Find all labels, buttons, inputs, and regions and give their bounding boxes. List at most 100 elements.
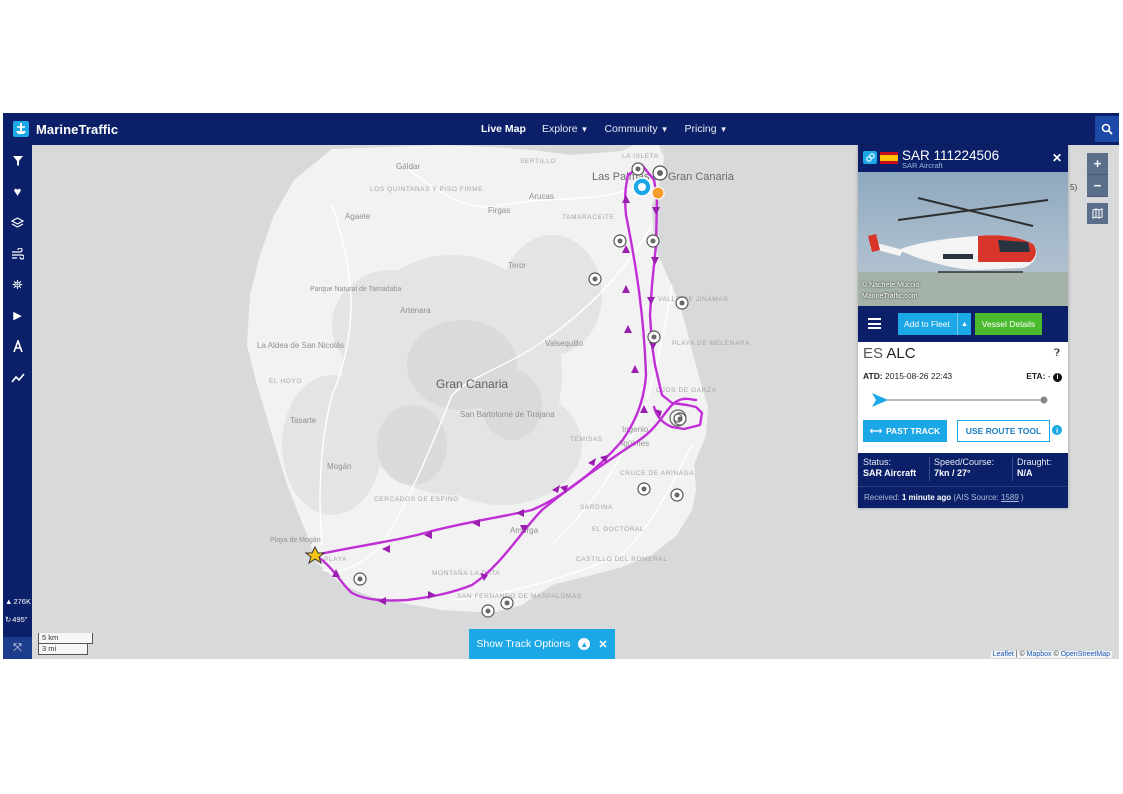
track-icon: ⟷ (869, 425, 883, 436)
poi-marker (652, 165, 668, 181)
speed-course-label: Speed/Course: (934, 457, 995, 467)
chevron-up-icon[interactable]: ▲ (578, 638, 591, 650)
photo-credit-author: © Nachete Muccio (862, 282, 920, 289)
eta-value: - (1047, 371, 1051, 381)
help-icon[interactable]: ❓︎ (1054, 348, 1060, 359)
menu-icon[interactable] (868, 318, 881, 329)
info-icon[interactable]: i (1052, 425, 1062, 435)
brand-name: MarineTraffic (36, 121, 119, 137)
refresh-timer: ↻ 495" (5, 615, 32, 624)
port-marker (353, 572, 367, 586)
port-marker (481, 604, 495, 618)
atd-label: ATD: (863, 371, 883, 381)
port-marker (647, 330, 661, 344)
vessel-photo[interactable]: © Nachete Muccio MarineTraffic.com (858, 172, 1068, 306)
zoom-out-button[interactable]: − (1087, 175, 1108, 197)
past-track-button[interactable]: ⟷ PAST TRACK (863, 420, 947, 442)
place-label: PLAYA DE MELENARA (672, 340, 750, 347)
place-label: LOS QUINTANAS Y PISO FIRME (370, 186, 483, 193)
openstreetmap-link[interactable]: OpenStreetMap (1061, 651, 1110, 658)
photo-credit: © Nachete Muccio MarineTraffic.com (862, 280, 919, 302)
ship-icon: ▲ (5, 597, 13, 606)
place-label: Artenara (400, 306, 431, 315)
place-label: San Bartolomé de Tirajana (460, 410, 555, 419)
place-label: Valsequillo (545, 339, 584, 348)
nav-label: Explore (541, 123, 578, 135)
place-label: Arucas (529, 192, 554, 201)
layers-button[interactable] (3, 207, 32, 238)
fullscreen-button[interactable]: ⤧ (3, 637, 32, 659)
close-panel-button[interactable]: ✕ (1052, 151, 1062, 165)
photo-credit-site: MarineTraffic.com (862, 293, 918, 300)
place-label: TEMISAS (570, 436, 603, 443)
wind-icon (12, 247, 24, 260)
port-marker (588, 272, 602, 286)
ais-source-suffix: ) (1021, 493, 1024, 502)
place-label: Teror (508, 261, 527, 270)
destination-port: ALC (886, 345, 916, 362)
place-label: EL DOCTORAL (592, 526, 644, 533)
search-button[interactable] (1095, 116, 1119, 142)
port-marker (500, 596, 514, 610)
draught-field: Draught: N/A (1017, 457, 1052, 479)
destination-country: ES (863, 345, 884, 362)
link-icon[interactable] (863, 151, 877, 164)
mapbox-link[interactable]: Mapbox (1027, 651, 1052, 658)
map-icon (1092, 208, 1103, 219)
add-to-fleet-button[interactable]: Add to Fleet ▲ (898, 313, 971, 335)
place-label: SARDINA (580, 504, 613, 511)
add-to-fleet-label: Add to Fleet (904, 319, 950, 329)
expand-icon: ⤧ (13, 641, 22, 654)
playback-button[interactable]: ▶ (3, 300, 32, 331)
hospital-marker (651, 186, 665, 200)
vessel-details-button[interactable]: Vessel Details (975, 313, 1042, 335)
caret-up-icon[interactable]: ▲ (957, 313, 971, 335)
weather-button[interactable]: ⛯ (3, 269, 32, 300)
close-icon[interactable]: ✕ (598, 638, 607, 651)
layers-icon (11, 216, 24, 228)
place-label: Parque Natural de Tamadaba (310, 286, 401, 293)
received-label: Received: (864, 493, 900, 502)
nav-pricing[interactable]: Pricing ▼ (685, 123, 728, 135)
nav-label: Live Map (481, 123, 526, 135)
voyage-progress (872, 393, 1048, 407)
leaflet-link[interactable]: Leaflet (993, 651, 1014, 658)
track-options-bar[interactable]: Show Track Options ▲ ✕ (469, 629, 615, 659)
route-button[interactable] (3, 331, 32, 362)
place-label: Firgas (488, 206, 510, 215)
nav-community[interactable]: Community ▼ (604, 123, 668, 135)
nav-explore[interactable]: Explore ▼ (542, 123, 589, 135)
vessel-type: SAR Aircraft (902, 161, 943, 170)
map-layers-button[interactable] (1087, 203, 1108, 224)
play-icon: ▶ (13, 310, 22, 322)
place-label: OJOS DE GARZA (656, 387, 717, 394)
track-options-label: Show Track Options (476, 638, 571, 650)
filter-button[interactable] (3, 145, 32, 176)
zoom-control: + − (1087, 153, 1108, 197)
place-label: Gáldar (396, 162, 420, 171)
speed-course-value: 7kn / 27° (934, 468, 971, 478)
nav-live-map[interactable]: Live Map (481, 123, 526, 135)
draught-value: N/A (1017, 468, 1033, 478)
place-label: SERTILLO (520, 158, 556, 165)
poi-marker (631, 162, 645, 176)
chevron-down-icon: ▼ (719, 125, 728, 134)
ais-source-link[interactable]: 1589 (1001, 493, 1019, 502)
wind-button[interactable] (3, 238, 32, 269)
past-track-label: PAST TRACK (886, 426, 941, 436)
vessel-count: ▲ 276K (5, 597, 32, 606)
heart-icon: ♥ (13, 184, 22, 199)
port-marker (670, 488, 684, 502)
zoom-level-note: 5) (1070, 183, 1078, 192)
map-attribution: Leaflet | © Mapbox © OpenStreetMap (990, 651, 1112, 658)
brand-logo[interactable]: MarineTraffic (11, 118, 118, 140)
place-label: Tasarte (290, 416, 317, 425)
route-tool-button[interactable]: USE ROUTE TOOL (957, 420, 1050, 442)
vessel-header: SAR 111224506 SAR Aircraft ✕ (858, 145, 1068, 172)
info-icon[interactable]: i (1053, 373, 1062, 382)
analytics-button[interactable] (3, 362, 32, 393)
refresh-icon: ↻ (5, 615, 12, 624)
refresh-timer-value: 495" (12, 615, 28, 624)
favorites-button[interactable]: ♥ (3, 176, 32, 207)
zoom-in-button[interactable]: + (1087, 153, 1108, 175)
